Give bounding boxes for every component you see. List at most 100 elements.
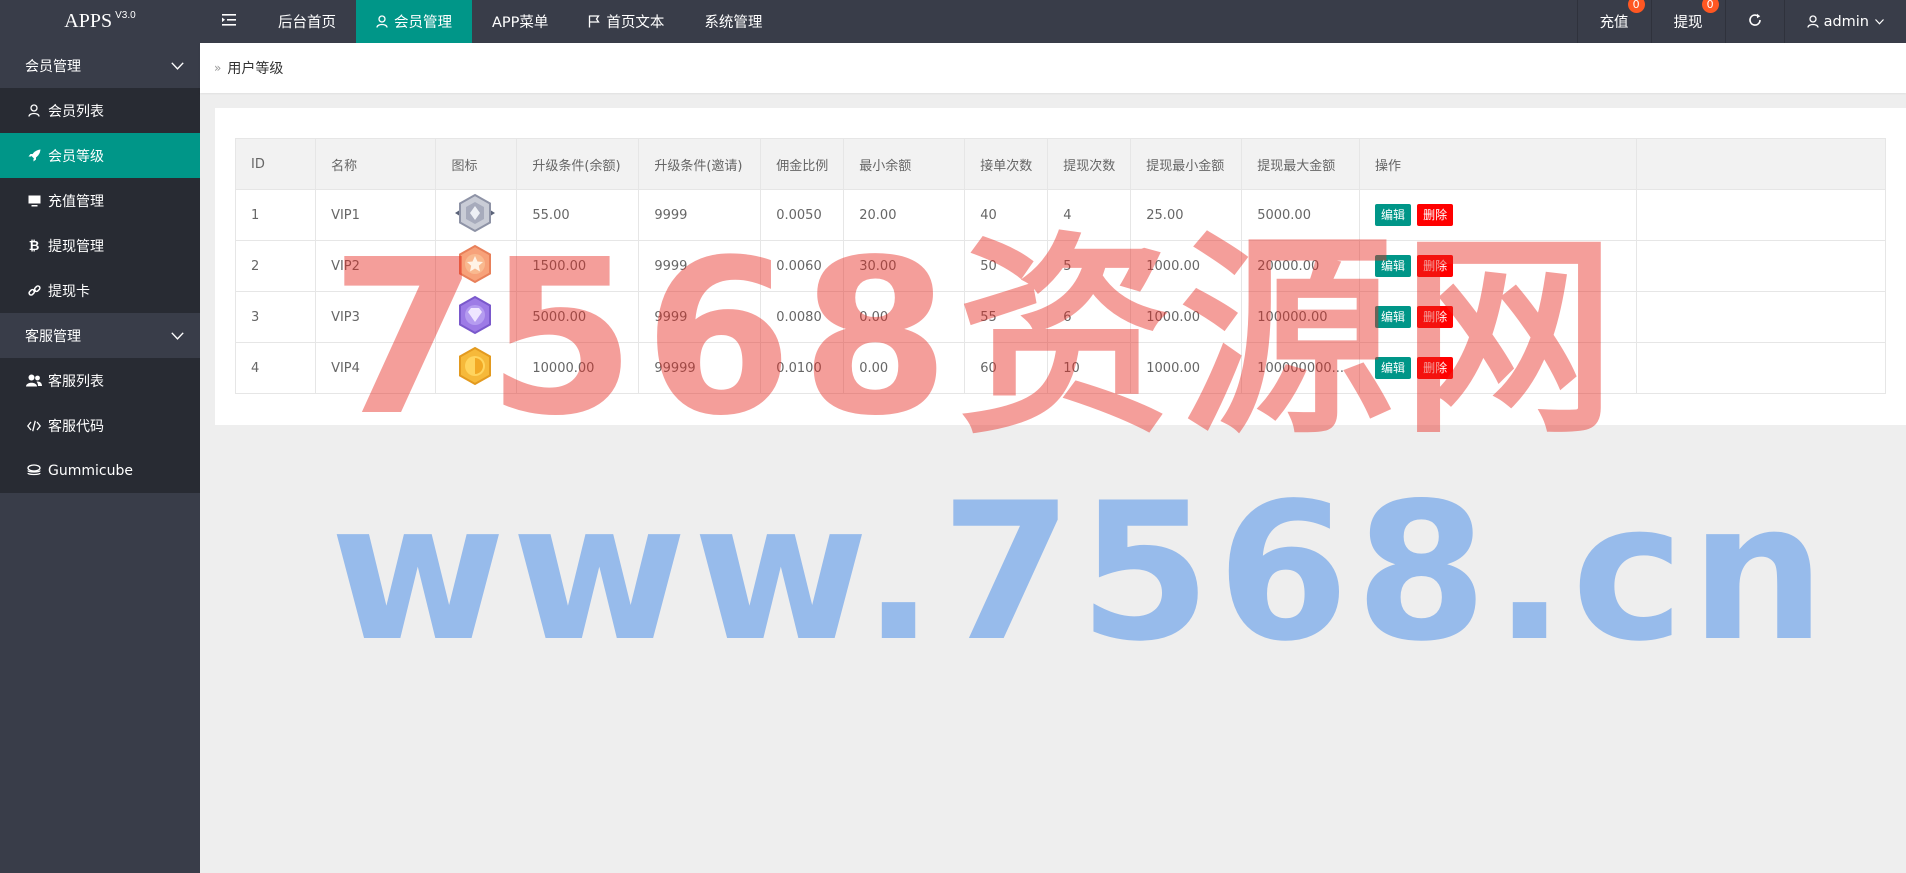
cell-icon [435,291,518,343]
col-actions: 操作 [1359,138,1637,190]
cell-orders: 60 [964,342,1049,394]
cell-name: VIP3 [315,291,437,343]
sidebar-group-member[interactable]: 会员管理 [0,43,200,88]
cell-id: 3 [234,291,317,343]
table-row: 2 VIP2 1500.00 9999 0.0060 30.00 50 5 10… [234,240,1887,292]
cell-min-balance: 30.00 [843,240,966,292]
col-icon: 图标 [435,138,518,190]
sidebar-item-withdraw-card[interactable]: 提现卡 [0,268,200,313]
cell-withdraw-min: 1000.00 [1130,240,1243,292]
cell-icon [435,240,518,292]
app-logo-text: APPS [64,10,113,32]
cell-spacer [1635,342,1887,394]
layers-icon [26,464,42,477]
sidebar: 会员管理 会员列表 会员等级 充值管理 ₿ 提现管理 提现卡 客服管理 客服列表… [0,43,200,873]
delete-button[interactable]: 删除 [1417,357,1454,379]
cell-actions: 编辑 删除 [1359,240,1637,292]
edit-button[interactable]: 编辑 [1375,204,1412,226]
nav-member-label: 会员管理 [394,15,452,31]
cell-orders: 55 [964,291,1049,343]
user-icon [1806,15,1819,28]
monitor-icon [26,195,42,207]
cell-spacer [1635,291,1887,343]
nav-home[interactable]: 后台首页 [258,0,356,43]
col-min-balance: 最小余额 [843,138,966,190]
sidebar-item-withdraw[interactable]: ₿ 提现管理 [0,223,200,268]
delete-button[interactable]: 删除 [1417,306,1454,328]
top-nav: 后台首页 会员管理 APP菜单 首页文本 系统管理 [200,0,782,43]
sidebar-item-member-list[interactable]: 会员列表 [0,88,200,133]
app-logo[interactable]: APPS V3.0 [0,0,200,43]
table-header-row: ID 名称 图标 升级条件(余额) 升级条件(邀请) 佣金比例 最小余额 接单次… [234,138,1887,190]
cell-withdraw-max: 100000.00 [1241,291,1361,343]
col-withdraw-min: 提现最小金额 [1130,138,1243,190]
sidebar-item-label: 客服列表 [48,373,104,390]
cell-upgrade-balance: 1500.00 [516,240,640,292]
sidebar-submenu-service: 客服列表 客服代码 Gummicube [0,358,200,493]
sidebar-item-recharge[interactable]: 充值管理 [0,178,200,223]
sidebar-group-service[interactable]: 客服管理 [0,313,200,358]
edit-button[interactable]: 编辑 [1375,357,1412,379]
user-name: admin [1823,13,1869,30]
cell-orders: 40 [964,189,1049,241]
col-id: ID [234,138,317,190]
sidebar-item-gummicube[interactable]: Gummicube [0,448,200,493]
table-row: 3 VIP3 5000.00 9999 0.0080 0.00 55 6 100… [234,291,1887,343]
cell-commission: 0.0060 [760,240,845,292]
cell-actions: 编辑 删除 [1359,342,1637,394]
withdraw-link[interactable]: 提现 0 [1650,0,1725,43]
col-upgrade-balance: 升级条件(余额) [516,138,640,190]
cell-name: VIP2 [315,240,437,292]
col-orders: 接单次数 [964,138,1049,190]
cell-commission: 0.0100 [760,342,845,394]
col-name: 名称 [315,138,437,190]
col-commission: 佣金比例 [760,138,845,190]
nav-home-text[interactable]: 首页文本 [568,0,684,43]
col-spacer [1635,138,1887,190]
cell-spacer [1635,240,1887,292]
cell-withdraw-min: 25.00 [1130,189,1243,241]
gold-medal-icon [451,346,499,390]
cell-upgrade-invite: 9999 [638,291,762,343]
sidebar-item-label: Gummicube [48,462,133,479]
sidebar-group-service-label: 客服管理 [25,328,81,345]
nav-member-management[interactable]: 会员管理 [356,0,472,43]
cell-withdraw-count: 5 [1047,240,1132,292]
cell-withdraw-count: 10 [1047,342,1132,394]
delete-button[interactable]: 删除 [1417,255,1454,277]
cell-upgrade-invite: 9999 [638,189,762,241]
nav-system-label: 系统管理 [704,15,763,31]
bitcoin-icon: ₿ [28,238,40,254]
recharge-link[interactable]: 充值 0 [1576,0,1651,43]
sidebar-item-service-list[interactable]: 客服列表 [0,358,200,403]
edit-button[interactable]: 编辑 [1375,306,1412,328]
flag-icon [588,15,601,28]
rocket-icon [26,149,42,162]
delete-button[interactable]: 删除 [1417,204,1454,226]
withdraw-count-badge: 0 [1701,0,1719,13]
refresh-icon [1748,13,1762,31]
chevron-up-icon [171,58,184,74]
recharge-label: 充值 [1599,15,1629,31]
cell-withdraw-count: 6 [1047,291,1132,343]
col-withdraw-count: 提现次数 [1047,138,1132,190]
cell-withdraw-count: 4 [1047,189,1132,241]
sidebar-item-label: 会员等级 [48,148,104,165]
nav-app-menu[interactable]: APP菜单 [472,0,568,43]
cell-name: VIP4 [315,342,437,394]
chevron-down-icon [1875,18,1884,25]
sidebar-item-service-code[interactable]: 客服代码 [0,403,200,448]
user-menu[interactable]: admin [1783,0,1906,43]
nav-system-management[interactable]: 系统管理 [684,0,782,43]
cell-min-balance: 0.00 [843,342,966,394]
cell-upgrade-balance: 55.00 [516,189,640,241]
code-icon [26,420,42,432]
edit-button[interactable]: 编辑 [1375,255,1412,277]
sidebar-toggle-button[interactable] [200,0,258,43]
sidebar-item-member-level[interactable]: 会员等级 [0,133,200,178]
sidebar-group-member-label: 会员管理 [25,58,81,75]
level-table: ID 名称 图标 升级条件(余额) 升级条件(邀请) 佣金比例 最小余额 接单次… [234,138,1887,394]
cell-commission: 0.0080 [760,291,845,343]
col-upgrade-invite: 升级条件(邀请) [638,138,762,190]
refresh-button[interactable] [1724,0,1784,43]
